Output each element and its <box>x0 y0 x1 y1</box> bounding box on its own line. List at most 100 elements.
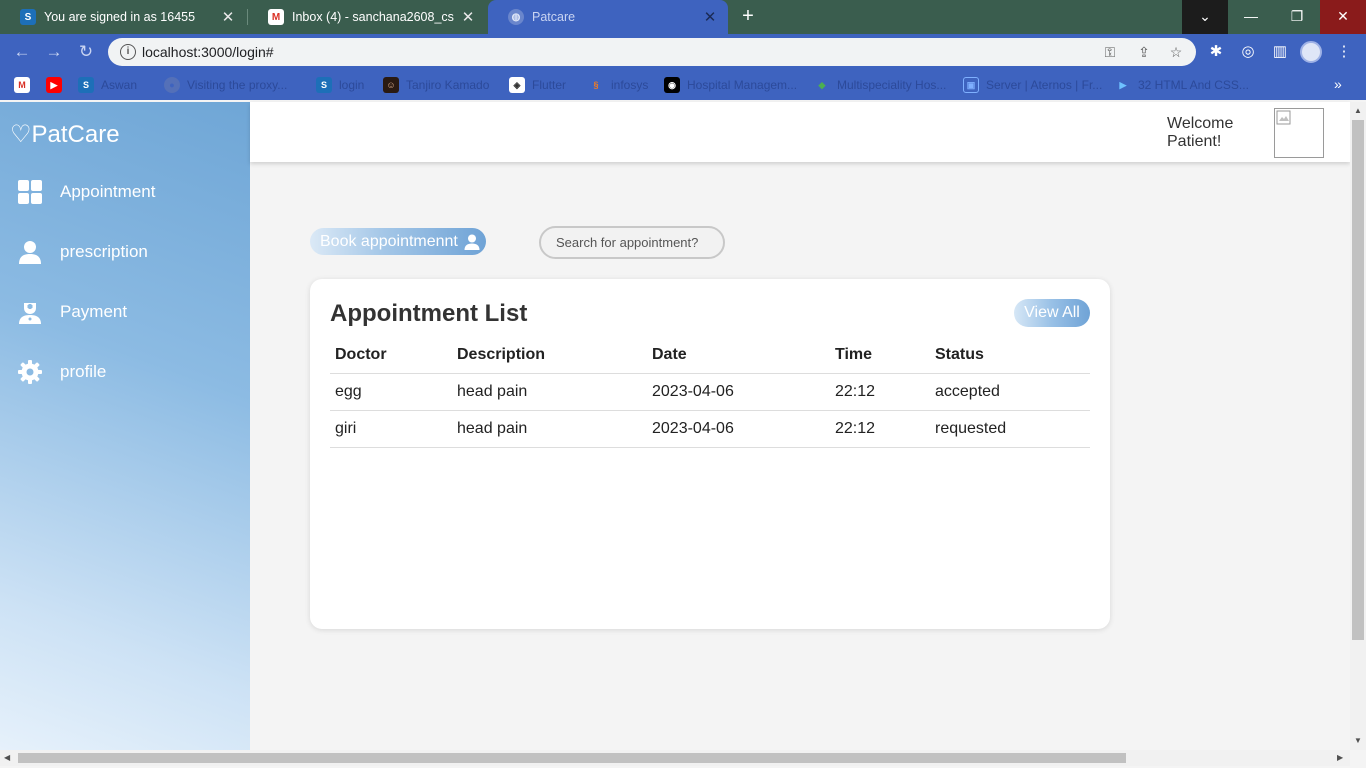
youtube-icon: ▶ <box>46 77 62 93</box>
status-cell: requested <box>930 410 1090 448</box>
scrollbar-thumb[interactable] <box>1352 120 1364 640</box>
table-row: giri head pain 2023-04-06 22:12 requeste… <box>330 410 1090 448</box>
more-bookmarks-icon[interactable]: » <box>1334 76 1342 92</box>
close-tab-icon[interactable]: ✕ <box>220 8 236 26</box>
restore-icon[interactable]: ❐ <box>1274 0 1320 34</box>
bookmark-item[interactable]: § infosys <box>588 77 648 93</box>
bookmark-item[interactable]: S Aswan <box>78 77 137 93</box>
bookmark-item[interactable]: ▶ 32 HTML And CSS... <box>1115 77 1249 93</box>
bookmark-icon: § <box>588 77 604 93</box>
bookmark-item[interactable]: M <box>14 77 37 93</box>
doctor-cell: egg <box>330 373 452 411</box>
extensions-icon[interactable]: ✱ <box>1206 42 1226 62</box>
address-bar[interactable]: i localhost:3000/login# ⚿ ⇪ ☆ <box>108 38 1196 66</box>
broken-image-icon <box>1276 110 1291 125</box>
bookmark-item[interactable]: ◈ Flutter <box>509 77 566 93</box>
welcome-text: Welcome Patient! <box>1167 115 1234 150</box>
bookmark-item[interactable]: ▣ Server | Aternos | Fr... <box>963 77 1102 93</box>
status-cell: accepted <box>930 373 1090 411</box>
forward-icon[interactable]: → <box>42 40 66 64</box>
minimize-icon[interactable]: — <box>1228 0 1274 34</box>
dashboard-icon <box>18 180 42 204</box>
bookmark-icon: S <box>78 77 94 93</box>
side-panel-icon[interactable]: ▥ <box>1270 42 1290 62</box>
bookmark-icon: ◆ <box>814 77 830 93</box>
bookmark-star-icon[interactable]: ☆ <box>1166 42 1186 62</box>
globe-icon: ◍ <box>508 9 524 25</box>
user-icon <box>464 234 480 250</box>
scroll-right-icon[interactable]: ▶ <box>1337 753 1343 762</box>
sidebar-item-label: Appointment <box>60 182 156 201</box>
book-appointment-button[interactable]: Book appointmennt <box>310 228 486 255</box>
bookmark-icon: ▶ <box>1115 77 1131 93</box>
sidebar-item-profile[interactable]: profile <box>18 357 106 387</box>
search-input[interactable] <box>539 226 725 259</box>
date-cell: 2023-04-06 <box>647 373 830 411</box>
bookmark-item[interactable]: ● Visiting the proxy... <box>164 77 287 93</box>
appointment-table: Doctor Description Date Time Status egg … <box>330 337 1090 448</box>
bookmark-icon: S <box>316 77 332 93</box>
avatar[interactable] <box>1274 108 1324 158</box>
bookmark-item[interactable]: Slogin <box>316 77 364 93</box>
bookmark-item[interactable]: ☺ Tanjiro Kamado <box>383 77 489 93</box>
scroll-down-icon[interactable]: ▼ <box>1354 736 1362 745</box>
new-tab-button[interactable]: + <box>736 5 760 29</box>
sidebar: ♡PatCare Appointment prescription Paymen… <box>0 102 250 750</box>
horizontal-scrollbar[interactable]: ◀ ▶ <box>0 750 1350 766</box>
bookmark-item[interactable]: ▶ <box>46 77 69 93</box>
share-icon[interactable]: ⇪ <box>1134 42 1154 62</box>
back-icon[interactable]: ← <box>10 40 34 64</box>
doctor-icon <box>19 303 41 324</box>
profile-avatar-icon[interactable] <box>1300 41 1322 63</box>
scroll-left-icon[interactable]: ◀ <box>4 753 10 762</box>
column-header: Description <box>452 337 647 374</box>
extension-icon[interactable]: ◎ <box>1238 42 1258 62</box>
card-title: Appointment List <box>330 300 528 327</box>
reload-icon[interactable]: ↻ <box>74 40 98 64</box>
gmail-icon: M <box>14 77 30 93</box>
bookmark-icon: ● <box>164 77 180 93</box>
column-header: Time <box>830 337 930 374</box>
description-cell: head pain <box>452 410 647 448</box>
tab-search-icon[interactable]: ⌄ <box>1182 0 1228 34</box>
column-header: Date <box>647 337 830 374</box>
key-icon[interactable]: ⚿ <box>1100 42 1120 62</box>
scroll-up-icon[interactable]: ▲ <box>1354 106 1362 115</box>
menu-icon[interactable]: ⋮ <box>1334 42 1354 62</box>
bookmark-icon: ▣ <box>963 77 979 93</box>
bookmarks-bar: M ▶ S Aswan ● Visiting the proxy... Slogin… <box>0 70 1366 100</box>
doctor-cell: giri <box>330 410 452 448</box>
sidebar-item-label: prescription <box>60 242 148 261</box>
bookmark-icon: ☺ <box>383 77 399 93</box>
sidebar-item-prescription[interactable]: prescription <box>18 237 148 267</box>
time-cell: 22:12 <box>830 410 930 448</box>
vertical-scrollbar[interactable]: ▲ ▼ <box>1350 102 1366 750</box>
column-header: Status <box>930 337 1090 374</box>
browser-tab[interactable]: S You are signed in as 16455 ✕ <box>0 0 246 34</box>
description-cell: head pain <box>452 373 647 411</box>
url-text: localhost:3000/login# <box>142 44 274 60</box>
time-cell: 22:12 <box>830 373 930 411</box>
date-cell: 2023-04-06 <box>647 410 830 448</box>
close-tab-icon[interactable]: ✕ <box>460 8 476 26</box>
bookmark-icon: ◉ <box>664 77 680 93</box>
sidebar-item-label: profile <box>60 362 107 381</box>
brand-logo[interactable]: ♡PatCare <box>10 120 120 149</box>
browser-tab-bar: S You are signed in as 16455 ✕ M Inbox (… <box>0 0 1366 34</box>
scrollbar-thumb[interactable] <box>18 753 1126 763</box>
browser-tab[interactable]: M Inbox (4) - sanchana2608_cs@mc ✕ <box>248 0 486 34</box>
site-info-icon[interactable]: i <box>120 44 136 60</box>
close-tab-icon[interactable]: ✕ <box>702 8 718 26</box>
browser-toolbar: ← → ↻ i localhost:3000/login# ⚿ ⇪ ☆ ✱ ◎ … <box>0 34 1366 70</box>
bookmark-icon: ◈ <box>509 77 525 93</box>
sidebar-item-appointment[interactable]: Appointment <box>18 177 155 207</box>
close-window-icon[interactable]: ✕ <box>1320 0 1366 34</box>
sidebar-item-payment[interactable]: Payment <box>18 297 127 327</box>
view-all-button[interactable]: View All <box>1014 299 1090 327</box>
bookmark-item[interactable]: ◆ Multispeciality Hos... <box>814 77 946 93</box>
bookmark-item[interactable]: ◉ Hospital Managem... <box>664 77 797 93</box>
browser-tab-active[interactable]: ◍ Patcare ✕ <box>488 0 728 34</box>
column-header: Doctor <box>330 337 452 374</box>
top-header: Welcome Patient! <box>250 102 1350 162</box>
sidebar-item-label: Payment <box>60 302 128 321</box>
